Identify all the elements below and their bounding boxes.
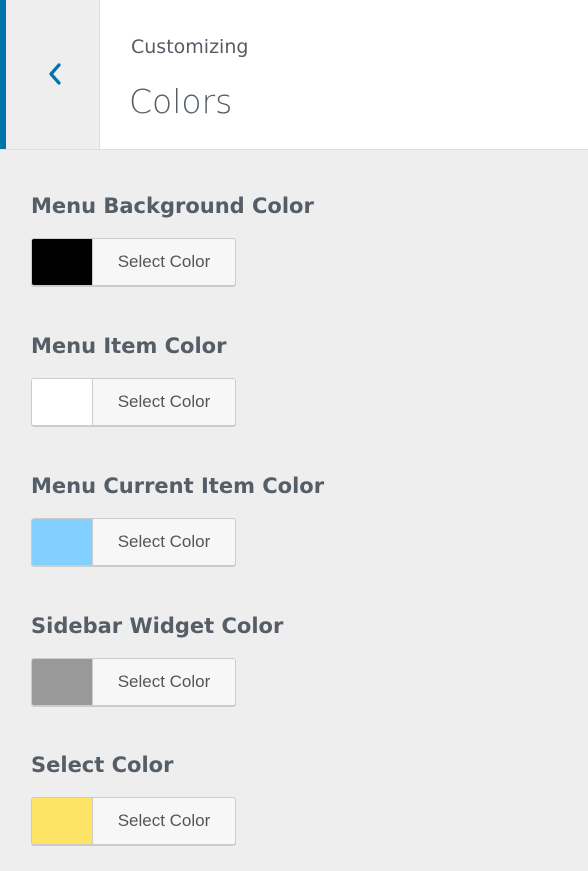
select-color-label: Select Color <box>117 392 211 411</box>
color-swatch <box>32 519 93 565</box>
control-menu-item-color: Menu Item Color Select Color <box>31 332 531 452</box>
control-sidebar-widget-color: Sidebar Widget Color Select Color <box>31 612 531 732</box>
select-color-label: Select Color <box>117 252 211 271</box>
customizer-header: Customizing Colors <box>0 0 588 150</box>
color-picker-button[interactable]: Select Color <box>31 518 236 566</box>
select-color-label: Select Color <box>117 672 211 691</box>
color-picker-button[interactable]: Select Color <box>31 797 236 845</box>
color-swatch <box>32 798 93 844</box>
select-color-label: Select Color <box>117 811 211 830</box>
select-color-label: Select Color <box>117 532 211 551</box>
header-subtitle: Customizing <box>131 36 249 58</box>
control-label: Select Color <box>31 753 174 777</box>
color-swatch <box>32 239 93 285</box>
control-select-color: Select Color Select Color <box>31 751 531 871</box>
control-label: Sidebar Widget Color <box>31 614 284 638</box>
control-menu-background-color: Menu Background Color Select Color <box>31 192 531 312</box>
back-button[interactable] <box>0 0 100 149</box>
color-swatch <box>32 659 93 705</box>
color-swatch <box>32 379 93 425</box>
control-label: Menu Current Item Color <box>31 474 325 498</box>
chevron-left-icon <box>49 63 61 85</box>
color-picker-button[interactable]: Select Color <box>31 238 236 286</box>
color-picker-button[interactable]: Select Color <box>31 378 236 426</box>
color-picker-button[interactable]: Select Color <box>31 658 236 706</box>
control-label: Menu Background Color <box>31 194 314 218</box>
control-label: Menu Item Color <box>31 334 227 358</box>
control-menu-current-item-color: Menu Current Item Color Select Color <box>31 472 531 592</box>
page-title: Colors <box>129 82 233 121</box>
